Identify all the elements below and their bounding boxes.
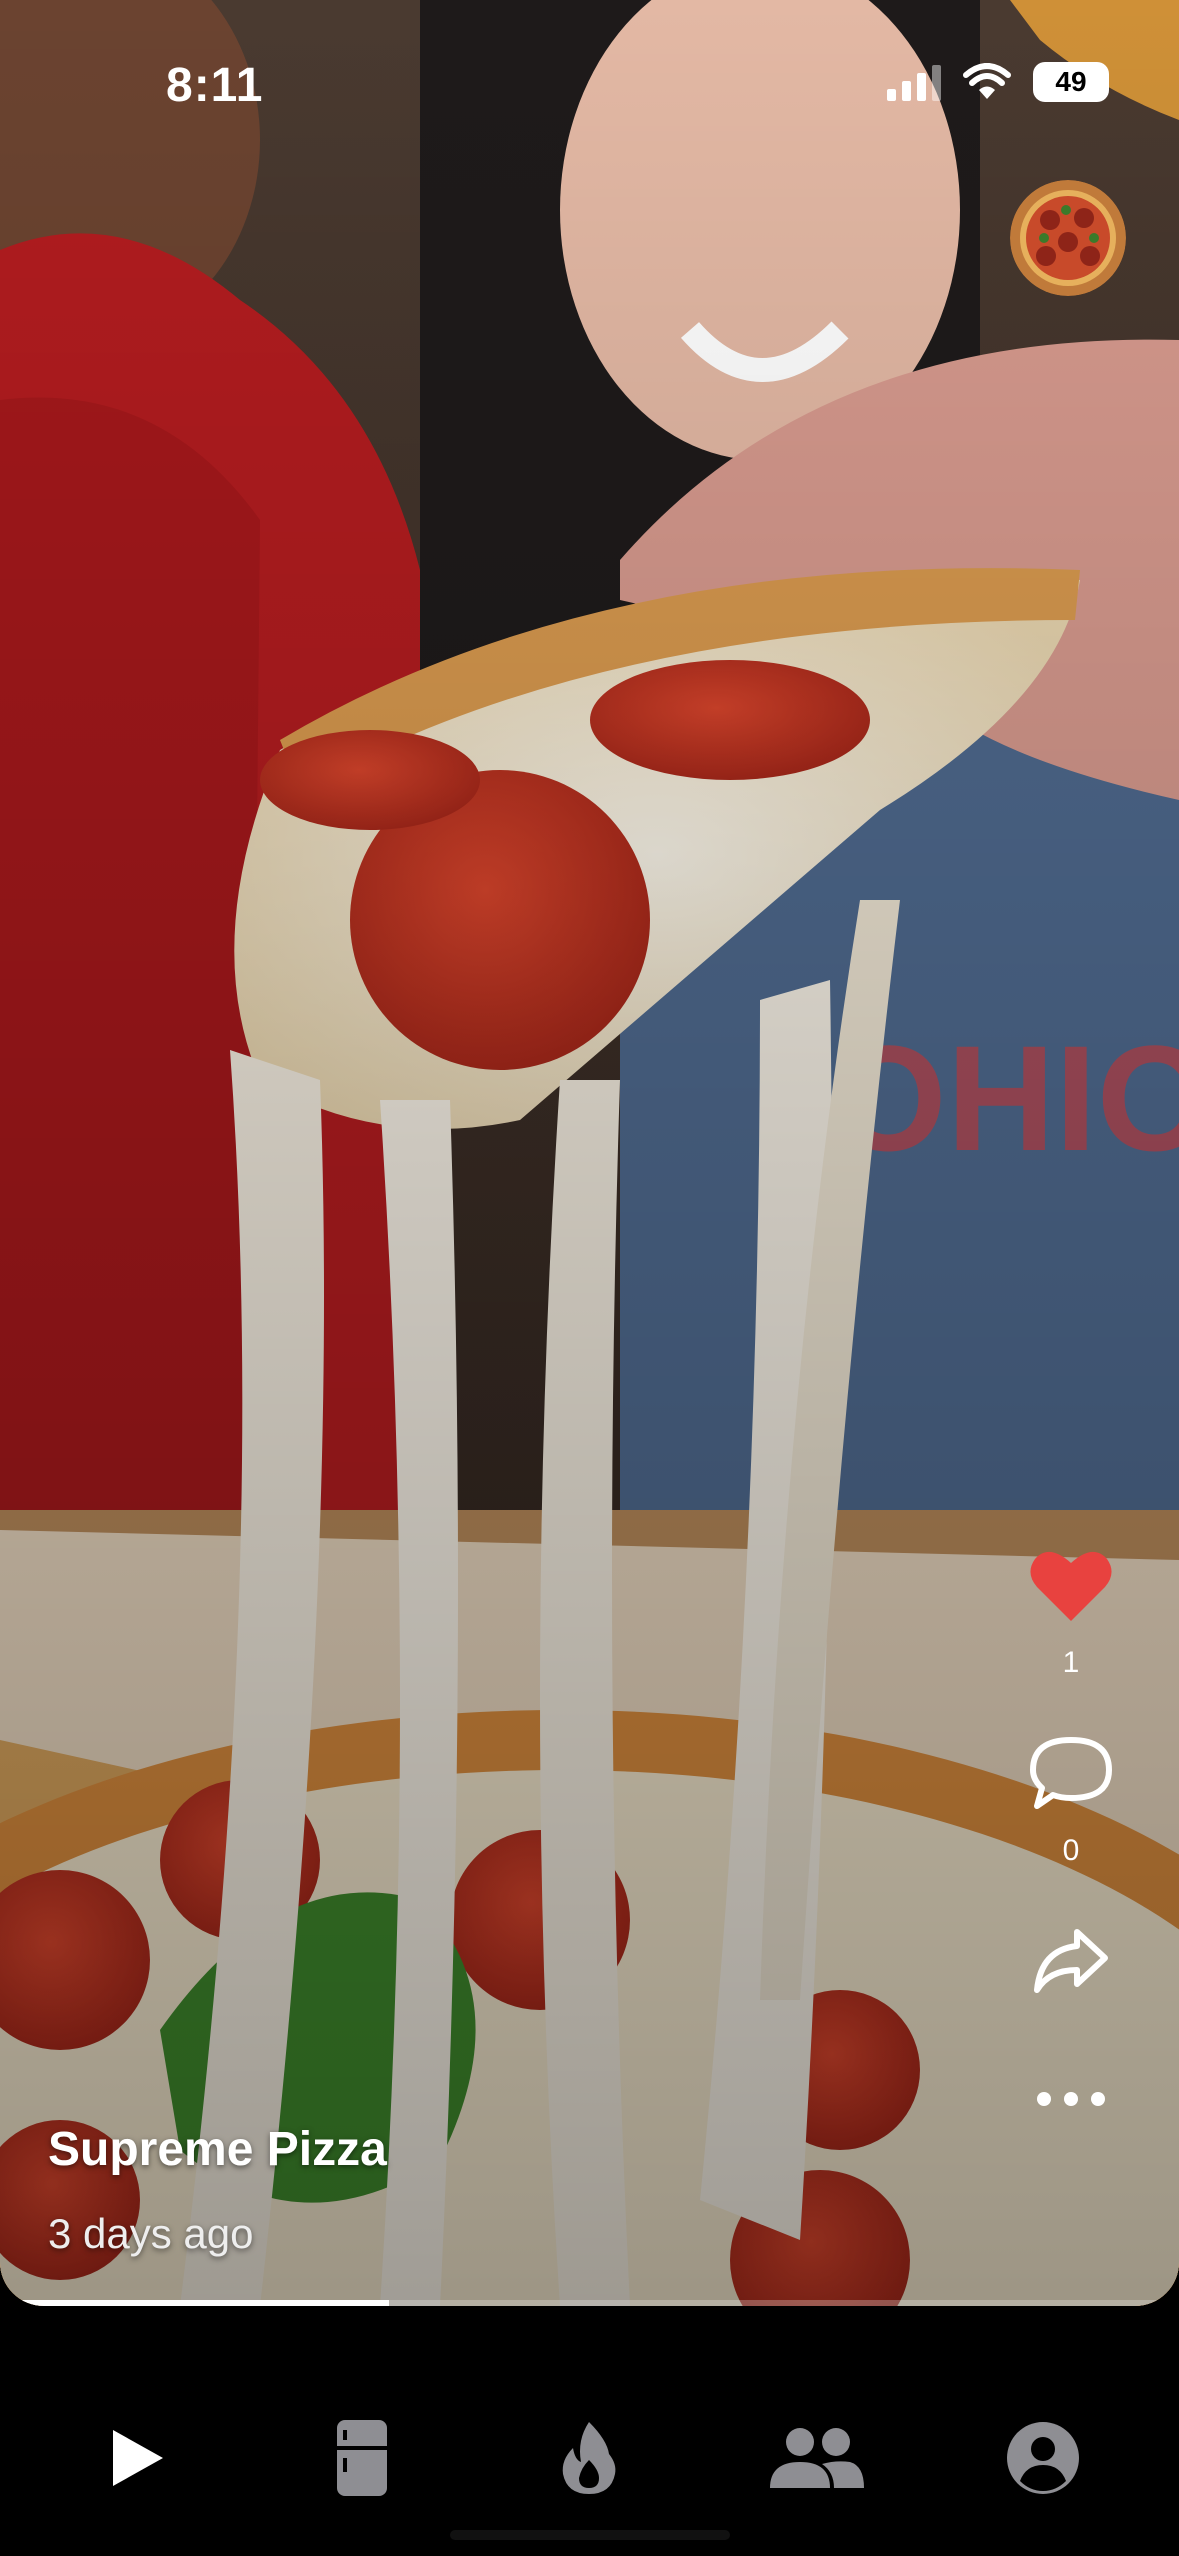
share-button[interactable]: [1026, 1916, 1116, 2006]
video-player[interactable]: OHIO 8:11: [0, 0, 1179, 2306]
status-icons: 49: [887, 62, 1109, 102]
post-timestamp: 3 days ago: [48, 2210, 254, 2257]
post-title: Supreme Pizza: [48, 2123, 387, 2176]
tab-bar: [0, 2306, 1179, 2556]
tab-fridge[interactable]: [302, 2398, 422, 2518]
more-options-button[interactable]: [1026, 2054, 1116, 2144]
cellular-signal-icon: [887, 63, 941, 101]
video-frame: OHIO: [0, 0, 1179, 2306]
people-icon: [770, 2428, 864, 2488]
tab-trending[interactable]: [529, 2398, 649, 2518]
tab-feed[interactable]: [77, 2398, 197, 2518]
profile-icon: [1007, 2422, 1079, 2494]
wifi-icon: [963, 63, 1011, 99]
battery-indicator: 49: [1033, 62, 1109, 102]
like-button[interactable]: [1026, 1540, 1116, 1630]
share-icon: [1034, 1929, 1108, 1993]
fire-icon: [562, 2422, 616, 2494]
comment-icon: [1030, 1737, 1112, 1809]
comment-count: 0: [1062, 1834, 1080, 1867]
like-count: 1: [1062, 1646, 1080, 1679]
play-icon: [113, 2430, 163, 2486]
home-indicator: [449, 2530, 730, 2540]
tab-profile[interactable]: [983, 2398, 1103, 2518]
fridge-icon: [337, 2420, 387, 2496]
status-time: 8:11: [166, 59, 264, 112]
heart-icon: [1030, 1551, 1112, 1621]
creator-avatar[interactable]: [1010, 180, 1126, 296]
comment-button[interactable]: [1026, 1728, 1116, 1818]
more-icon: [1037, 2092, 1105, 2106]
tab-friends[interactable]: [756, 2398, 876, 2518]
